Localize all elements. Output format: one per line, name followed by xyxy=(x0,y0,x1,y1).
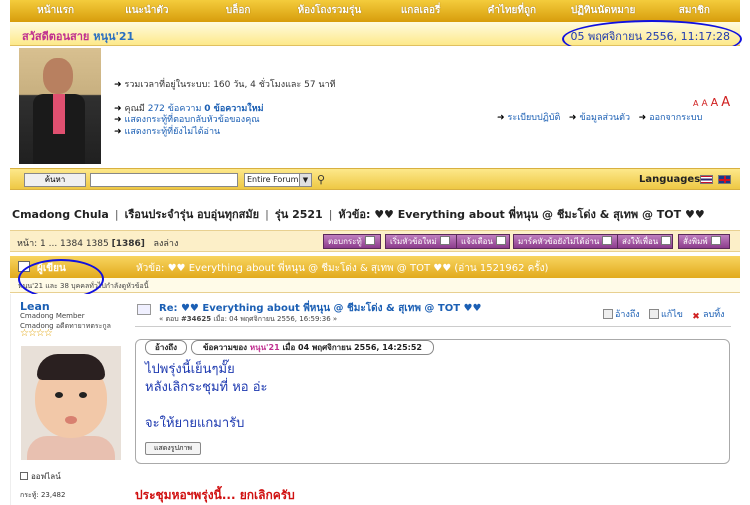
breadcrumb-class[interactable]: รุ่น 2521 xyxy=(275,208,323,221)
arrow-icon: ➜ xyxy=(638,113,647,123)
search-bar: ค้นหา Entire Forum ▼ ⚲ Languages xyxy=(10,168,740,190)
pagination-bar: หน้า: 1 ... 1384 1385 [1386] ลงล่าง ตอบก… xyxy=(10,230,740,252)
online-time: ➜ รวมเวลาที่อยู่ในระบบ: 160 วัน, 4 ชั่วโม… xyxy=(114,80,336,90)
delete-action[interactable]: ✖ ลบทิ้ง xyxy=(691,307,725,323)
quote-tab: อ้างถึง xyxy=(145,340,187,355)
quote-line-3: จะให้ยายแกมารับ xyxy=(145,416,245,431)
user-panel: ➜ รวมเวลาที่อยู่ในระบบ: 160 วัน, 4 ชั่วโม… xyxy=(10,46,740,168)
uk-flag-icon[interactable] xyxy=(718,175,731,184)
user-photo xyxy=(19,48,101,164)
online-status: ออฟไลน์ xyxy=(20,470,61,483)
font-size-l[interactable]: A xyxy=(721,95,730,110)
nav-thai-words[interactable]: คำไทยที่ถูก xyxy=(466,0,557,22)
breadcrumb: Cmadong Chula | เรือนประจำรุ่น อบอุ่นทุกสม… xyxy=(12,208,705,221)
greeting-username: หนุน'21 xyxy=(93,30,135,43)
post-count: กระทู้: 23,482 xyxy=(20,491,66,499)
logout-link[interactable]: ออกจากระบบ xyxy=(649,113,702,123)
avatar xyxy=(21,346,121,460)
search-button[interactable]: ค้นหา xyxy=(24,173,86,187)
new-topic-icon xyxy=(439,236,450,245)
breadcrumb-topic: หัวข้อ: ♥♥ Everything about พี่หนุน @ ชี… xyxy=(338,208,705,221)
reply-icon xyxy=(364,236,375,245)
font-size-xs[interactable]: A xyxy=(693,99,698,108)
profile-link[interactable]: ข้อมูลส่วนตัว xyxy=(579,113,630,123)
quote-author[interactable]: หนุน'21 xyxy=(250,343,280,352)
printer-icon xyxy=(710,236,721,245)
nav-calendar[interactable]: ปฏิทินนัดหมาย xyxy=(558,0,649,22)
new-topic-button[interactable]: เริ่มหัวข้อใหม่ xyxy=(385,234,461,249)
envelope-icon xyxy=(661,236,672,245)
page-links[interactable]: หน้า: 1 ... 1384 1385 xyxy=(17,239,109,249)
font-size-m[interactable]: A xyxy=(711,96,719,109)
nav-blog[interactable]: บล็อก xyxy=(193,0,284,22)
quote-line-2: หลังเลิกระชุมที่ หอ อ่ะ xyxy=(145,380,268,395)
current-page: [1386] xyxy=(111,239,145,249)
thai-flag-icon[interactable] xyxy=(700,175,713,184)
chevron-down-icon: ▼ xyxy=(299,174,311,186)
top-nav: หน้าแรก แนะนำตัว บล็อก ห้องโถงรวมรุ่น แก… xyxy=(10,0,740,22)
user-links: ➜ ระเบียบปฏิบัติ ➜ ข้อมูลส่วนตัว ➜ ออกจากระ… xyxy=(497,110,702,124)
star-rating: ☆☆☆☆ xyxy=(20,328,53,339)
post-number: #34625 xyxy=(180,315,212,323)
go-bottom-link[interactable]: ลงล่าง xyxy=(153,239,178,249)
search-scope-select[interactable]: Entire Forum ▼ xyxy=(244,173,312,187)
divider xyxy=(135,326,731,327)
greeting-text: สวัสดีตอนสาย xyxy=(22,30,90,43)
post-meta: « ตอบ #34625 เมื่อ: 04 พฤศจิกายน 2556, 1… xyxy=(159,315,338,323)
nav-home[interactable]: หน้าแรก xyxy=(10,0,101,22)
offline-icon xyxy=(20,472,28,480)
breadcrumb-home[interactable]: Cmadong Chula xyxy=(12,208,109,221)
send-to-friend-button[interactable]: ส่งให้เพื่อน xyxy=(617,234,673,249)
search-input[interactable] xyxy=(90,173,238,187)
notify-button[interactable]: แจ้งเตือน xyxy=(456,234,510,249)
arrow-icon: ➜ xyxy=(497,113,505,123)
delete-icon: ✖ xyxy=(691,312,701,323)
print-button[interactable]: สั่งพิมพ์ xyxy=(678,234,730,249)
font-size-s[interactable]: A xyxy=(701,99,707,109)
post-body: ประชุมหอฯพรุ่งนี้... ยกเลิกครับ xyxy=(135,488,295,502)
annotation-circle-author xyxy=(18,259,104,299)
nav-introduce[interactable]: แนะนำตัว xyxy=(101,0,192,22)
mark-unread-icon xyxy=(602,236,613,245)
edit-action[interactable]: แก้ไข xyxy=(649,307,683,321)
pagination: หน้า: 1 ... 1384 1385 [1386] ลงล่าง xyxy=(17,236,178,250)
quote-header: ข้อความของ หนุน'21 เมื่อ 04 พฤศจิกายน 25… xyxy=(191,340,434,355)
arrow-icon: ➜ xyxy=(114,80,122,90)
post: Lean Cmadong Member Cmadong อดีตทายาทตระ… xyxy=(10,294,740,505)
nav-hall[interactable]: ห้องโถงรวมรุ่น xyxy=(284,0,375,22)
breadcrumb-board[interactable]: เรือนประจำรุ่น อบอุ่นทุกสมัย xyxy=(125,208,260,221)
nav-gallery[interactable]: แกลเลอรี่ xyxy=(375,0,466,22)
topic-viewers: หนุน'21 และ 38 บุคคลทั่วไปกำลังดูหัวข้อน… xyxy=(10,278,740,293)
unread-posts: ➜ แสดงกระทู้ที่ยังไม่ได้อ่าน xyxy=(114,124,220,138)
topic-subject: หัวข้อ: ♥♥ Everything about พี่หนุน @ ชี… xyxy=(136,263,549,274)
nav-members[interactable]: สมาชิก xyxy=(649,0,740,22)
reply-button[interactable]: ตอบกระทู้ xyxy=(323,234,381,249)
poster-group: Cmadong Member xyxy=(20,312,85,320)
topic-header: ผู้เขียน หัวข้อ: ♥♥ Everything about พี่… xyxy=(10,256,740,278)
search-icon[interactable]: ⚲ xyxy=(317,173,331,187)
font-size-controls: AAAA xyxy=(693,95,733,110)
post-icon xyxy=(137,304,151,315)
rules-link[interactable]: ระเบียบปฏิบัติ xyxy=(508,113,561,123)
mark-unread-button[interactable]: มาร์คหัวข้อยังไม่ได้อ่าน xyxy=(513,234,625,249)
quote-action[interactable]: อ้างถึง xyxy=(603,307,640,321)
show-picture-button[interactable]: แสดงรูปภาพ xyxy=(145,442,201,455)
arrow-icon: ➜ xyxy=(568,113,577,123)
unread-posts-link[interactable]: แสดงกระทู้ที่ยังไม่ได้อ่าน xyxy=(125,127,221,137)
greeting: สวัสดีตอนสาย หนุน'21 xyxy=(22,27,134,45)
arrow-icon: ➜ xyxy=(114,127,122,137)
notify-icon xyxy=(495,236,506,245)
edit-icon xyxy=(649,309,659,319)
languages-label: Languages xyxy=(639,174,701,185)
quote-icon xyxy=(603,309,613,319)
